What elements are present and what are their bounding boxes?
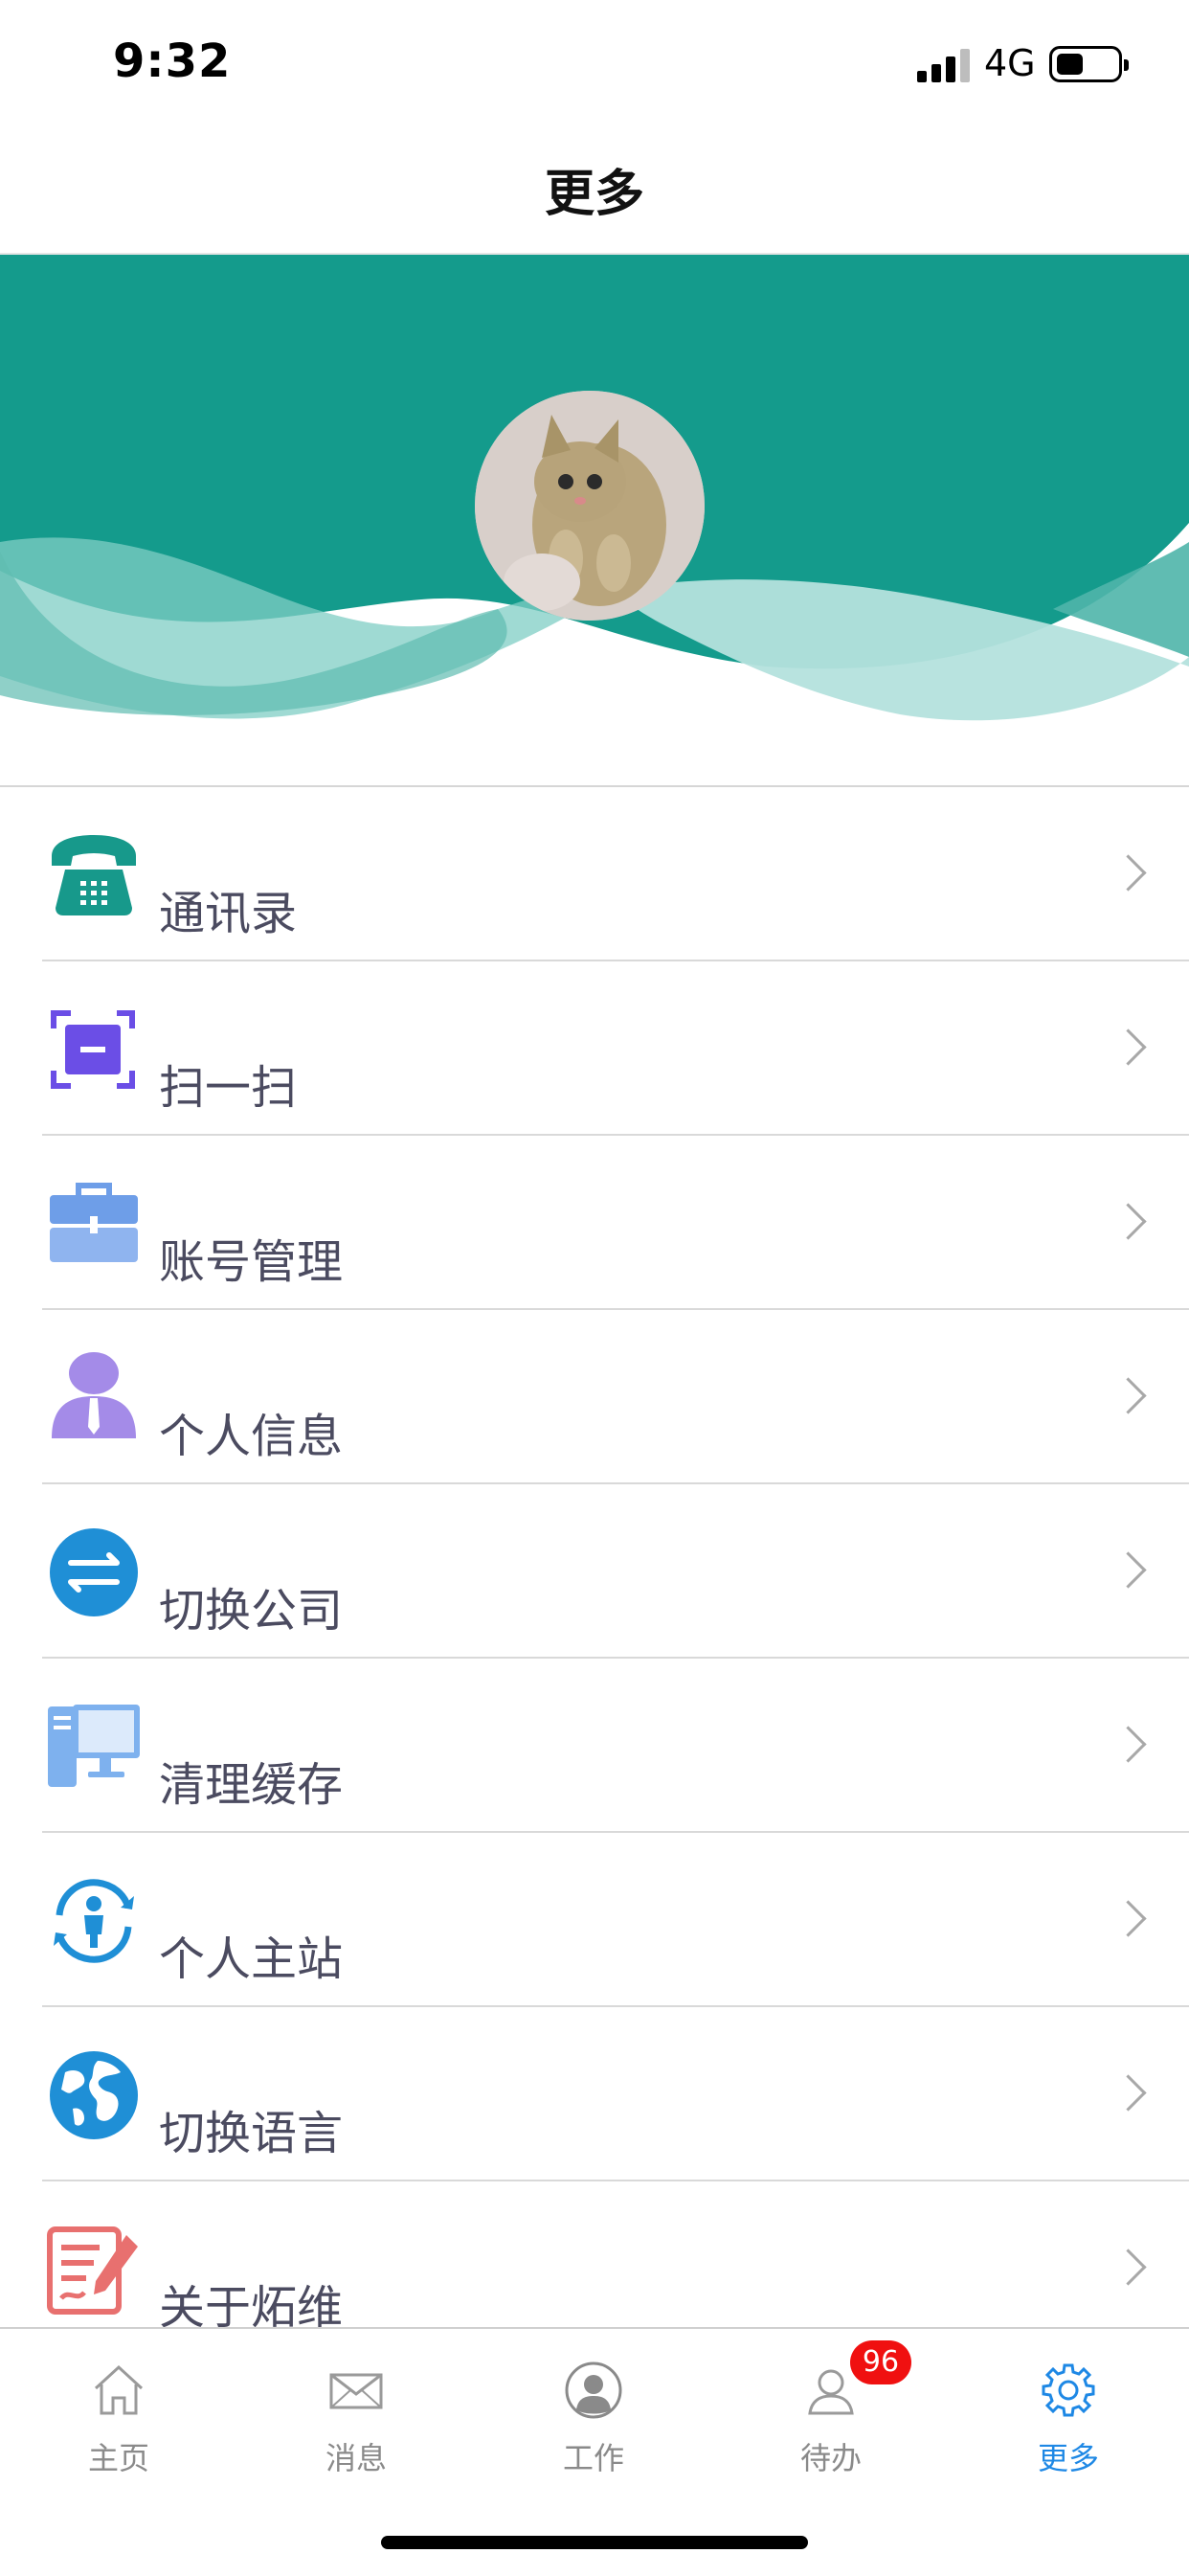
home-icon bbox=[94, 2364, 144, 2415]
menu-item-label: 个人主站 bbox=[159, 1932, 344, 1986]
mail-icon bbox=[329, 2373, 383, 2409]
menu-item-personal-info[interactable]: 个人信息 bbox=[42, 1310, 1189, 1484]
chevron-right-icon bbox=[1110, 1726, 1147, 1763]
person-refresh-icon bbox=[54, 1879, 134, 1963]
tab-label: 更多 bbox=[1037, 2440, 1099, 2476]
menu-item-contacts[interactable]: 通讯录 bbox=[42, 787, 1189, 961]
chevron-right-icon bbox=[1110, 2074, 1147, 2112]
battery-icon bbox=[1049, 46, 1129, 82]
todo-badge: 96 bbox=[850, 2340, 911, 2384]
profile-header bbox=[0, 255, 1189, 787]
page-title: 更多 bbox=[544, 166, 644, 223]
menu-item-scan[interactable]: 扫一扫 bbox=[42, 961, 1189, 1136]
menu-item-personal-site[interactable]: 个人主站 bbox=[42, 1833, 1189, 2007]
tab-home[interactable]: 主页 bbox=[23, 2346, 214, 2490]
network-label: 4G bbox=[984, 42, 1036, 84]
tab-label: 主页 bbox=[87, 2440, 149, 2476]
chevron-right-icon bbox=[1110, 1203, 1147, 1240]
menu-item-switch-language[interactable]: 切换语言 bbox=[42, 2007, 1189, 2181]
tab-todo[interactable]: 96 待办 bbox=[735, 2340, 927, 2490]
settings-menu: 通讯录 扫一扫 账号管理 个人信息 切换公司 清理缓存 个人主站 切换语言 关于… bbox=[0, 787, 1189, 2356]
menu-item-label: 扫一扫 bbox=[159, 1061, 298, 1115]
computer-icon bbox=[48, 1705, 140, 1787]
chevron-right-icon bbox=[1110, 1900, 1147, 1937]
tab-more[interactable]: 更多 bbox=[973, 2346, 1164, 2490]
menu-item-clear-cache[interactable]: 清理缓存 bbox=[42, 1659, 1189, 1833]
globe-icon bbox=[50, 2051, 138, 2139]
document-edit-icon bbox=[47, 2226, 138, 2315]
chevron-right-icon bbox=[1110, 1551, 1147, 1589]
menu-item-label: 切换公司 bbox=[159, 1584, 344, 1638]
menu-item-label: 账号管理 bbox=[159, 1235, 344, 1289]
tab-label: 工作 bbox=[562, 2440, 624, 2476]
chevron-right-icon bbox=[1110, 854, 1147, 892]
chevron-right-icon bbox=[1110, 2248, 1147, 2286]
switch-arrows-icon bbox=[50, 1528, 138, 1616]
status-bar: 9:32 4G bbox=[0, 0, 1189, 126]
chevron-right-icon bbox=[1110, 1377, 1147, 1414]
home-indicator[interactable] bbox=[381, 2536, 808, 2549]
cat-photo bbox=[475, 391, 705, 621]
menu-item-label: 切换语言 bbox=[159, 2107, 344, 2160]
person-tie-icon bbox=[52, 1352, 136, 1438]
status-time: 9:32 bbox=[113, 34, 232, 88]
phone-icon bbox=[52, 835, 136, 915]
menu-item-label: 通讯录 bbox=[159, 887, 298, 940]
menu-item-switch-company[interactable]: 切换公司 bbox=[42, 1484, 1189, 1659]
avatar[interactable] bbox=[475, 391, 705, 621]
tab-messages[interactable]: 消息 bbox=[260, 2346, 452, 2490]
briefcase-icon bbox=[50, 1183, 138, 1262]
signal-icon bbox=[917, 48, 971, 82]
menu-item-account[interactable]: 账号管理 bbox=[42, 1136, 1189, 1310]
user-circle-icon bbox=[565, 2361, 622, 2419]
menu-item-label: 个人信息 bbox=[159, 1410, 344, 1463]
gear-icon bbox=[1042, 2363, 1095, 2417]
menu-item-label: 清理缓存 bbox=[159, 1758, 344, 1812]
chevron-right-icon bbox=[1110, 1028, 1147, 1066]
scan-icon bbox=[51, 1010, 135, 1089]
tab-work[interactable]: 工作 bbox=[498, 2346, 689, 2490]
tab-label: 消息 bbox=[325, 2440, 387, 2476]
tab-label: 待办 bbox=[799, 2440, 862, 2476]
